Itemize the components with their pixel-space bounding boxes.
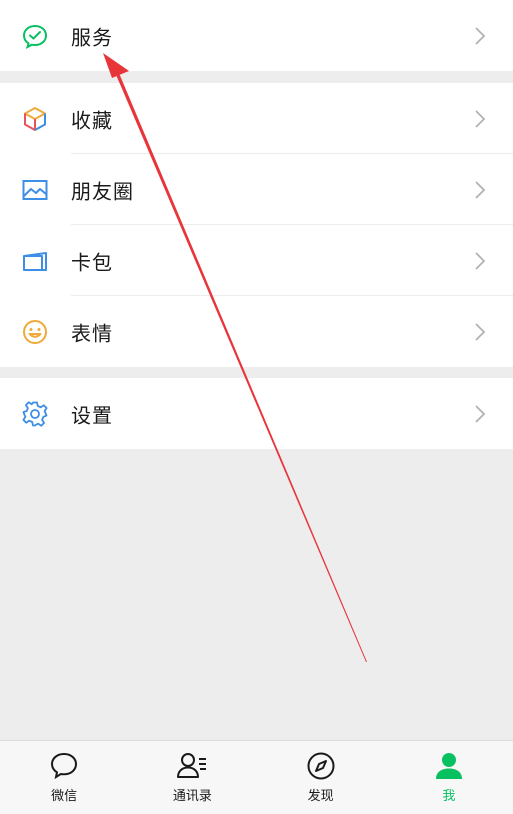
gear-icon [21,400,49,428]
tab-label: 发现 [307,789,334,804]
picture-icon [21,176,49,204]
chevron-right-icon [474,26,486,46]
menu-item-favorites[interactable]: 收藏 [0,83,513,154]
card-icon [21,247,49,275]
service-icon [21,22,49,50]
tab-label: 微信 [51,789,78,804]
chevron-right-icon [474,109,486,129]
chevron-right-icon [474,180,486,200]
compass-icon [304,749,338,783]
menu-item-label: 朋友圈 [71,179,134,203]
tab-discover[interactable]: 发现 [257,741,385,814]
menu-item-label: 收藏 [71,108,113,132]
chevron-right-icon [474,322,486,342]
menu-item-settings[interactable]: 设置 [0,378,513,449]
features-group: 收藏 朋友圈 卡包 表情 [0,83,513,367]
chevron-right-icon [474,251,486,271]
menu-item-label: 设置 [71,403,113,427]
menu-item-stickers[interactable]: 表情 [0,296,513,367]
person-icon [432,749,466,783]
tab-contacts[interactable]: 通讯录 [128,741,256,814]
tab-chats[interactable]: 微信 [0,741,128,814]
chevron-right-icon [474,404,486,424]
services-group: 服务 [0,0,513,71]
menu-item-label: 表情 [71,321,113,345]
tab-me[interactable]: 我 [385,741,513,814]
menu-item-services[interactable]: 服务 [0,0,513,71]
chat-bubble-icon [47,749,81,783]
settings-group: 设置 [0,378,513,449]
contacts-icon [175,749,209,783]
cube-icon [21,105,49,133]
smiley-icon [21,318,49,346]
menu-item-moments[interactable]: 朋友圈 [0,154,513,225]
tab-bar: 微信 通讯录 发现 我 [0,740,513,814]
tab-label: 我 [442,789,456,804]
tab-label: 通讯录 [172,789,212,804]
menu-item-label: 服务 [71,25,113,49]
menu-item-label: 卡包 [71,250,113,274]
menu-item-cards[interactable]: 卡包 [0,225,513,296]
